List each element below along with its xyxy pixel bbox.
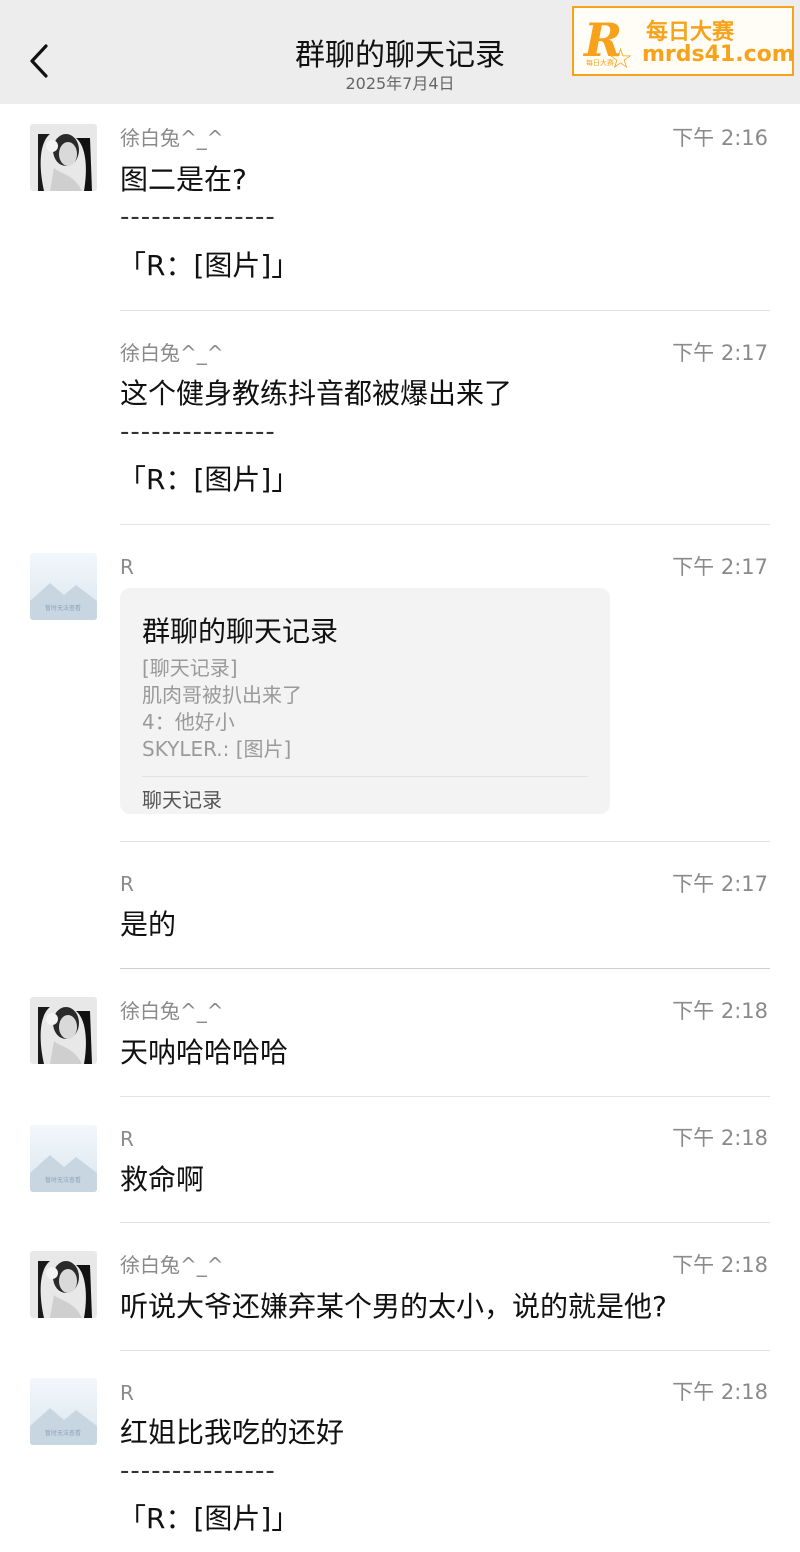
avatar[interactable]: 暂时无法查看 <box>30 553 97 620</box>
message-time: 下午 2:18 <box>672 1380 768 1404</box>
quoted-reply[interactable]: 「R：[图片]」 <box>118 244 299 284</box>
placeholder-image-avatar-icon: 暂时无法查看 <box>30 1125 97 1192</box>
logo-small-text: 每日大赛 <box>586 59 614 67</box>
watermark-logo: R ☆ 每日大赛 每日大赛 mrds41.com <box>572 6 795 76</box>
quote-divider: --------------- <box>120 417 276 447</box>
card-preview-line: SKYLER.: [图片] <box>142 737 292 761</box>
sender-name: R <box>120 872 134 896</box>
avatar-caption: 暂时无法查看 <box>45 1429 81 1437</box>
message-separator <box>120 1350 770 1351</box>
quoted-reply[interactable]: 「R：[图片]」 <box>118 458 299 498</box>
portrait-avatar-icon <box>30 124 97 191</box>
card-preview-line: [聊天记录] <box>142 656 238 680</box>
avatar-caption: 暂时无法查看 <box>45 604 81 612</box>
card-preview-line: 4：他好小 <box>142 710 235 734</box>
message-text: 图二是在? <box>120 163 247 196</box>
card-footer: 聊天记录 <box>142 788 222 812</box>
chat-history-card[interactable]: 群聊的聊天记录 [聊天记录] 肌肉哥被扒出来了 4：他好小 SKYLER.: [… <box>120 588 610 814</box>
message-separator <box>120 524 770 525</box>
avatar-caption: 暂时无法查看 <box>45 1176 81 1184</box>
message-text: 红姐比我吃的还好 <box>120 1416 345 1449</box>
card-preview-line: 肌肉哥被扒出来了 <box>142 683 302 707</box>
message-text: 是的 <box>120 908 177 941</box>
portrait-avatar-icon <box>30 997 97 1064</box>
message-separator <box>120 1222 770 1223</box>
message-text: 天呐哈哈哈哈 <box>120 1036 289 1069</box>
message-separator <box>120 841 770 842</box>
message-separator <box>120 1096 770 1097</box>
avatar[interactable] <box>30 1251 97 1318</box>
message-time: 下午 2:18 <box>672 1126 768 1150</box>
placeholder-image-avatar-icon: 暂时无法查看 <box>30 553 97 620</box>
message-time: 下午 2:17 <box>672 872 768 896</box>
portrait-avatar-icon <box>30 1251 97 1318</box>
avatar[interactable]: 暂时无法查看 <box>30 1125 97 1192</box>
message-time: 下午 2:17 <box>672 555 768 579</box>
message-text: 这个健身教练抖音都被爆出来了 <box>120 377 513 410</box>
sender-name: 徐白兔^_^ <box>120 999 224 1023</box>
sender-name: R <box>120 1381 134 1405</box>
avatar[interactable]: 暂时无法查看 <box>30 1378 97 1445</box>
card-divider <box>142 776 588 777</box>
quoted-reply[interactable]: 「R：[图片]」 <box>118 1497 299 1537</box>
message-separator <box>120 968 770 969</box>
message-separator <box>120 310 770 311</box>
avatar[interactable] <box>30 997 97 1064</box>
sender-name: 徐白兔^_^ <box>120 126 224 150</box>
message-time: 下午 2:18 <box>672 999 768 1023</box>
sender-name: 徐白兔^_^ <box>120 1253 224 1277</box>
quote-divider: --------------- <box>120 202 276 232</box>
message-text: 救命啊 <box>120 1163 205 1196</box>
message-text: 听说大爷还嫌弃某个男的太小，说的就是他? <box>120 1290 667 1323</box>
quote-divider: --------------- <box>120 1456 276 1486</box>
watermark-url: mrds41.com <box>642 42 795 67</box>
avatar[interactable] <box>30 124 97 191</box>
sender-name: 徐白兔^_^ <box>120 341 224 365</box>
card-title: 群聊的聊天记录 <box>142 615 339 648</box>
message-time: 下午 2:17 <box>672 341 768 365</box>
message-time: 下午 2:18 <box>672 1253 768 1277</box>
placeholder-image-avatar-icon: 暂时无法查看 <box>30 1378 97 1445</box>
sender-name: R <box>120 555 134 579</box>
message-time: 下午 2:16 <box>672 126 768 150</box>
sender-name: R <box>120 1127 134 1151</box>
